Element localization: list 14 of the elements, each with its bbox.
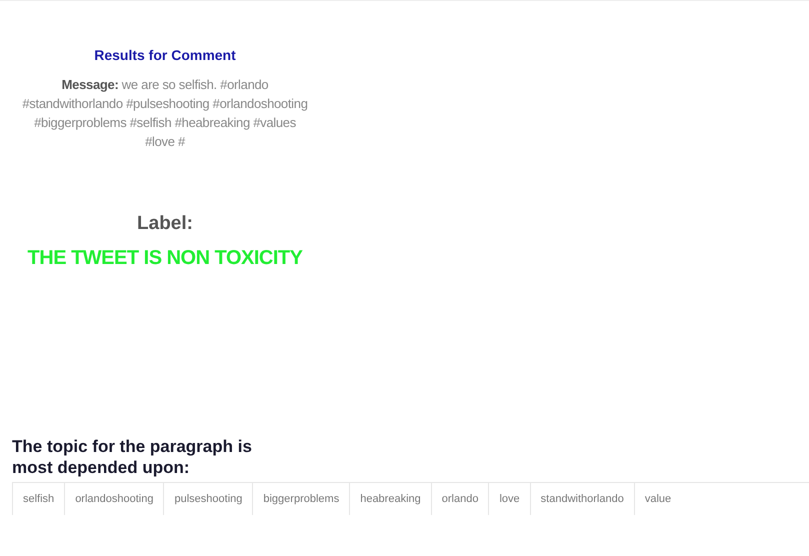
table-cell: biggerproblems (252, 483, 350, 515)
topic-heading: The topic for the paragraph is most depended upon: (12, 436, 253, 478)
table-cell: orlandoshooting (64, 483, 164, 515)
table-cell: selfish (12, 483, 64, 515)
table-cell: orlando (430, 483, 488, 515)
table-cell: heabreaking (349, 483, 431, 515)
label-result: THE TWEET IS NON TOXICITY (28, 247, 302, 270)
table-cell: standwithorlando (530, 483, 634, 515)
message-text: Message: we are so selfish. #orlando #standwithorlando #pulseshooting #orlandoshooting #biggerproblems #selfish #heabreaking #values #love # (21, 76, 309, 151)
table-cell: pulseshooting (163, 483, 252, 515)
results-title: Results for Comment (94, 47, 236, 63)
label-heading: Label: (137, 213, 193, 235)
table-cell: value (634, 483, 682, 515)
table-cell: love (488, 483, 530, 515)
